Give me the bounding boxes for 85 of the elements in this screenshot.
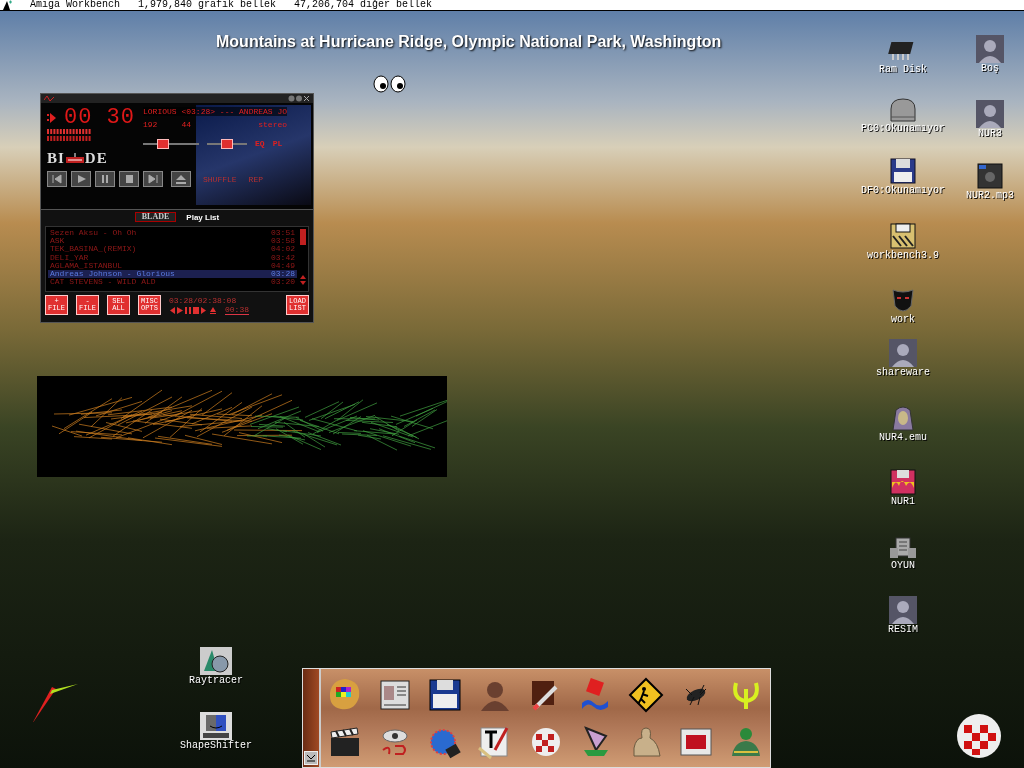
track-duration: 03:28 (271, 270, 295, 279)
person-icon[interactable] (887, 339, 919, 367)
scope-icon[interactable] (44, 95, 54, 102)
icon-label[interactable]: Ram Disk (879, 64, 927, 75)
track-duration: 03:58 (271, 237, 295, 246)
mini-time-readout: 00:38 (225, 305, 249, 315)
wallpaper-caption: Mountains at Hurricane Ridge, Olympic National Park, Washington (216, 33, 722, 51)
person-icon[interactable] (974, 100, 1006, 128)
previous-icon (50, 173, 64, 185)
track-duration: 03:42 (271, 253, 295, 262)
playlist-row[interactable]: Andreas Johnson - Glorious 03:28 (48, 270, 297, 279)
transport-button[interactable] (119, 171, 139, 187)
playlist-row[interactable]: DELI_YAR 03:42 (48, 253, 297, 262)
playlist-row[interactable]: ASK 03:58 (48, 237, 297, 246)
transport-button[interactable] (47, 171, 67, 187)
icon-label[interactable]: RESIM (888, 624, 918, 635)
track-title: Andreas Johnson - Glorious (50, 270, 175, 279)
mode-toggle[interactable]: SHUFFLE (203, 174, 237, 184)
caret-icon (306, 754, 316, 762)
smiling-computer-face-icon[interactable] (200, 712, 232, 740)
person-icon[interactable] (887, 596, 919, 624)
level-meter-drawing (47, 129, 93, 141)
track-title: Sezen Aksu - Oh Oh (50, 229, 137, 238)
playlist-logo: BLADE (134, 212, 177, 222)
icon-label[interactable]: PC0:Okunamıyor (861, 123, 945, 134)
playlist-row[interactable]: TEK_BASINA_(REMIX) 04:02 (48, 245, 297, 254)
transport-button[interactable] (143, 171, 163, 187)
track-duration: 04:49 (271, 261, 295, 270)
total-time-readout: 03:28/02:38:08 (169, 296, 238, 305)
track-title: CAT STEVENS - WILD ALD (50, 278, 156, 287)
play-indicator-icon (47, 113, 56, 123)
track-duration: 03:51 (271, 229, 295, 238)
next-icon (146, 173, 160, 185)
person-icon[interactable] (974, 35, 1006, 63)
sample-rate-readout: 44 (181, 120, 192, 129)
icon-label[interactable]: ShapeShifter (180, 740, 252, 751)
window-gadgets-icon[interactable] (288, 95, 310, 102)
icon-label[interactable]: DF0:Okunamıyor (861, 185, 945, 196)
track-title: DELI_YAR (50, 253, 89, 262)
icon-label[interactable]: work (891, 314, 915, 325)
memory-readout: 47,206,704 diğer bellek (294, 0, 433, 10)
icon-label[interactable]: NUR3 (978, 128, 1002, 139)
slider-thumb[interactable] (221, 138, 233, 149)
slider-thumb[interactable] (156, 138, 169, 149)
window-title: Play List (186, 212, 220, 222)
icon-label[interactable]: Raytracer (189, 675, 243, 686)
playlist-row[interactable]: AGLAMA_ISTANBUL 04:49 (48, 261, 297, 270)
bitrate-readout: 192 (143, 120, 158, 129)
icon-label[interactable]: NUR2.mp3 (966, 190, 1014, 201)
eyes-icon[interactable] (373, 75, 407, 93)
sword-emblem-icon (64, 152, 85, 165)
eject-icon (174, 173, 188, 185)
amiga-logo-icon[interactable] (2, 0, 12, 10)
icon-label[interactable]: workbench3.9 (867, 250, 939, 261)
logo-text: BI (47, 150, 65, 167)
playlist-row[interactable]: Sezen Aksu - Oh Oh 03:51 (48, 229, 297, 238)
track-title: TEK_BASINA_(REMIX) (50, 245, 137, 254)
icon-label[interactable]: shareware (876, 367, 930, 378)
screen-title: Amiga Workbench (30, 0, 120, 10)
icon-label[interactable]: OYUN (891, 560, 915, 571)
roadwork-sign-icon[interactable] (627, 676, 664, 713)
dock-menu-button[interactable] (304, 751, 318, 765)
track-duration: 04:02 (271, 245, 295, 254)
track-title: ASK (50, 237, 65, 246)
scrollbar-drawing (300, 229, 306, 287)
logo-text: DE (84, 150, 108, 167)
toggle-button[interactable]: EQ (255, 139, 265, 148)
mini-controls-drawing (169, 306, 217, 314)
song-ticker: LORIOUS <03:28> --- ANDREAS JO (143, 107, 288, 116)
transport-button[interactable] (95, 171, 115, 187)
icon-label[interactable]: NUR1 (891, 496, 915, 507)
checkered-ball-icon[interactable] (956, 713, 1002, 759)
track-duration: 03:20 (271, 278, 295, 287)
transport-button[interactable] (71, 171, 91, 187)
playlist-row[interactable]: CAT STEVENS - WILD ALD 03:20 (48, 278, 297, 287)
eject-button[interactable] (171, 171, 191, 187)
drive-icon[interactable] (887, 95, 919, 123)
track-title: AGLAMA_ISTANBUL (50, 261, 122, 270)
icon-label[interactable]: Boş (981, 63, 999, 74)
icon-label[interactable]: NUR4.emu (879, 432, 927, 443)
memory-readout: 1,979,840 grafik bellek (138, 0, 277, 10)
toggle-button[interactable]: PL (272, 139, 283, 148)
time-display: 00 30 (64, 107, 135, 129)
channel-mode-label: stereo (258, 120, 288, 129)
mode-toggle[interactable]: REP (248, 174, 263, 184)
